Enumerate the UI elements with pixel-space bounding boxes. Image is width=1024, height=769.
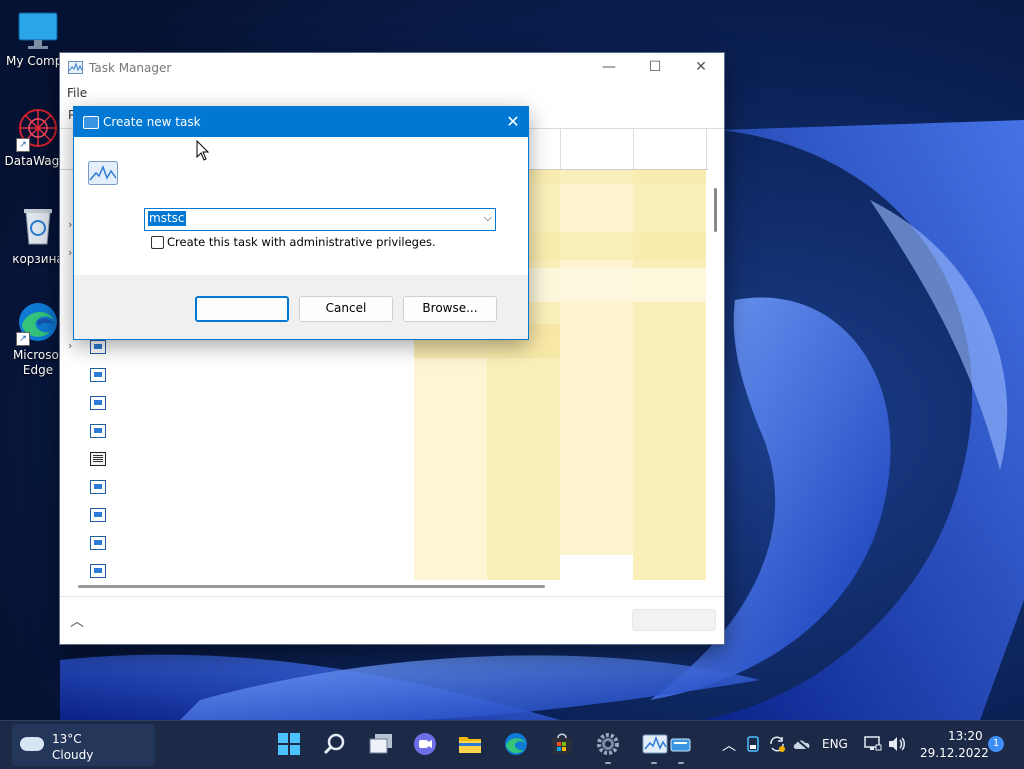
menu-file[interactable]: File — [67, 86, 87, 100]
weather-temperature: 13°C — [52, 732, 82, 746]
dialog-titlebar[interactable]: Create new task ✕ — [74, 107, 528, 137]
task-manager-icon — [68, 61, 83, 74]
process-app-icon — [90, 536, 106, 550]
ok-button[interactable] — [195, 296, 289, 322]
table-row[interactable] — [60, 473, 708, 501]
store-icon[interactable] — [549, 731, 575, 757]
task-manager-titlebar[interactable]: Task Manager — ☐ ✕ — [60, 53, 724, 83]
process-app-icon — [90, 340, 106, 354]
maximize-button[interactable]: ☐ — [632, 53, 678, 83]
column-separator[interactable] — [560, 129, 561, 169]
table-row[interactable] — [60, 557, 708, 580]
weather-widget[interactable]: 13°C Cloudy — [12, 724, 155, 766]
dialog-body: mstsc ⌵ Create this task with administra… — [74, 137, 528, 275]
onedrive-offline-icon[interactable] — [792, 737, 812, 751]
process-app-icon — [90, 564, 106, 578]
process-app-icon — [90, 424, 106, 438]
taskbar: 13°C Cloudy ︿ ENG 13:20 29.12.2022 1 — [0, 720, 1024, 769]
table-row[interactable] — [60, 445, 708, 473]
end-task-button[interactable] — [632, 609, 716, 631]
datawagon-icon: ↗ — [16, 106, 60, 152]
clock-time[interactable]: 13:20 — [948, 729, 983, 743]
volume-icon[interactable] — [888, 736, 906, 752]
input-language-indicator[interactable]: ENG — [822, 737, 848, 751]
table-row[interactable] — [60, 361, 708, 389]
open-command-combobox[interactable]: mstsc ⌵ — [144, 208, 496, 231]
process-app-icon — [90, 396, 106, 410]
file-explorer-icon[interactable] — [457, 731, 483, 757]
close-button[interactable]: ✕ — [678, 53, 724, 83]
task-manager-icon[interactable] — [642, 731, 668, 757]
weather-condition: Cloudy — [52, 748, 94, 762]
admin-privileges-label[interactable]: Create this task with administrative pri… — [167, 235, 436, 249]
mouse-cursor-icon — [196, 140, 210, 161]
usb-device-icon[interactable] — [746, 736, 760, 752]
run-dialog-icon — [83, 116, 99, 129]
expand-chevron-icon[interactable]: › — [68, 246, 72, 259]
search-icon[interactable] — [322, 731, 348, 757]
table-row[interactable] — [60, 529, 708, 557]
open-command-input[interactable]: mstsc — [148, 211, 186, 226]
window-title: Task Manager — [89, 61, 172, 75]
chevron-down-icon[interactable]: ⌵ — [484, 211, 492, 225]
monitor-icon — [16, 10, 60, 54]
recycle-bin-icon — [16, 204, 60, 248]
task-manager-icon — [88, 161, 118, 185]
minimize-button[interactable]: — — [586, 53, 632, 83]
running-indicator — [605, 762, 611, 764]
table-row[interactable] — [60, 501, 708, 529]
run-dialog-icon[interactable] — [670, 731, 692, 757]
clock-date[interactable]: 29.12.2022 — [920, 746, 989, 760]
running-indicator — [678, 762, 684, 764]
browse-button[interactable]: Browse... — [403, 296, 497, 322]
dialog-title: Create new task — [103, 115, 201, 129]
vertical-scrollbar[interactable] — [714, 188, 717, 232]
process-app-icon — [90, 368, 106, 382]
expand-chevron-icon[interactable]: › — [68, 339, 72, 352]
cloud-icon — [20, 737, 44, 751]
dialog-close-button[interactable]: ✕ — [498, 107, 528, 137]
fewer-details-chevron-icon[interactable]: ︿ — [70, 611, 84, 631]
chat-icon[interactable] — [412, 731, 438, 757]
admin-privileges-checkbox[interactable] — [151, 236, 164, 249]
table-row[interactable] — [60, 417, 708, 445]
settings-icon[interactable] — [595, 731, 621, 757]
task-view-icon[interactable] — [368, 731, 394, 757]
task-manager-footer: ︿ — [60, 596, 724, 644]
show-hidden-icons-chevron-icon[interactable]: ︿ — [722, 735, 736, 755]
shortcut-arrow-icon: ↗ — [16, 332, 30, 346]
edge-icon[interactable] — [503, 731, 529, 757]
shortcut-arrow-icon: ↗ — [16, 138, 30, 152]
table-row[interactable] — [60, 389, 708, 417]
column-separator[interactable] — [706, 129, 707, 169]
start-icon[interactable] — [276, 731, 302, 757]
expand-chevron-icon[interactable]: › — [68, 218, 72, 231]
process-app-icon — [90, 508, 106, 522]
create-new-task-dialog[interactable]: Create new task ✕ mstsc ⌵ Create this ta… — [73, 106, 529, 340]
notepad-icon — [90, 452, 106, 466]
notification-badge[interactable]: 1 — [988, 736, 1004, 752]
column-separator[interactable] — [633, 129, 634, 169]
sync-icon[interactable] — [768, 735, 786, 753]
running-indicator — [651, 762, 657, 764]
menu-bar: File — [60, 84, 724, 104]
process-app-icon — [90, 480, 106, 494]
horizontal-scrollbar[interactable] — [78, 585, 545, 588]
network-icon[interactable] — [864, 736, 882, 752]
cancel-button[interactable]: Cancel — [299, 296, 393, 322]
edge-icon: ↗ — [16, 300, 60, 346]
